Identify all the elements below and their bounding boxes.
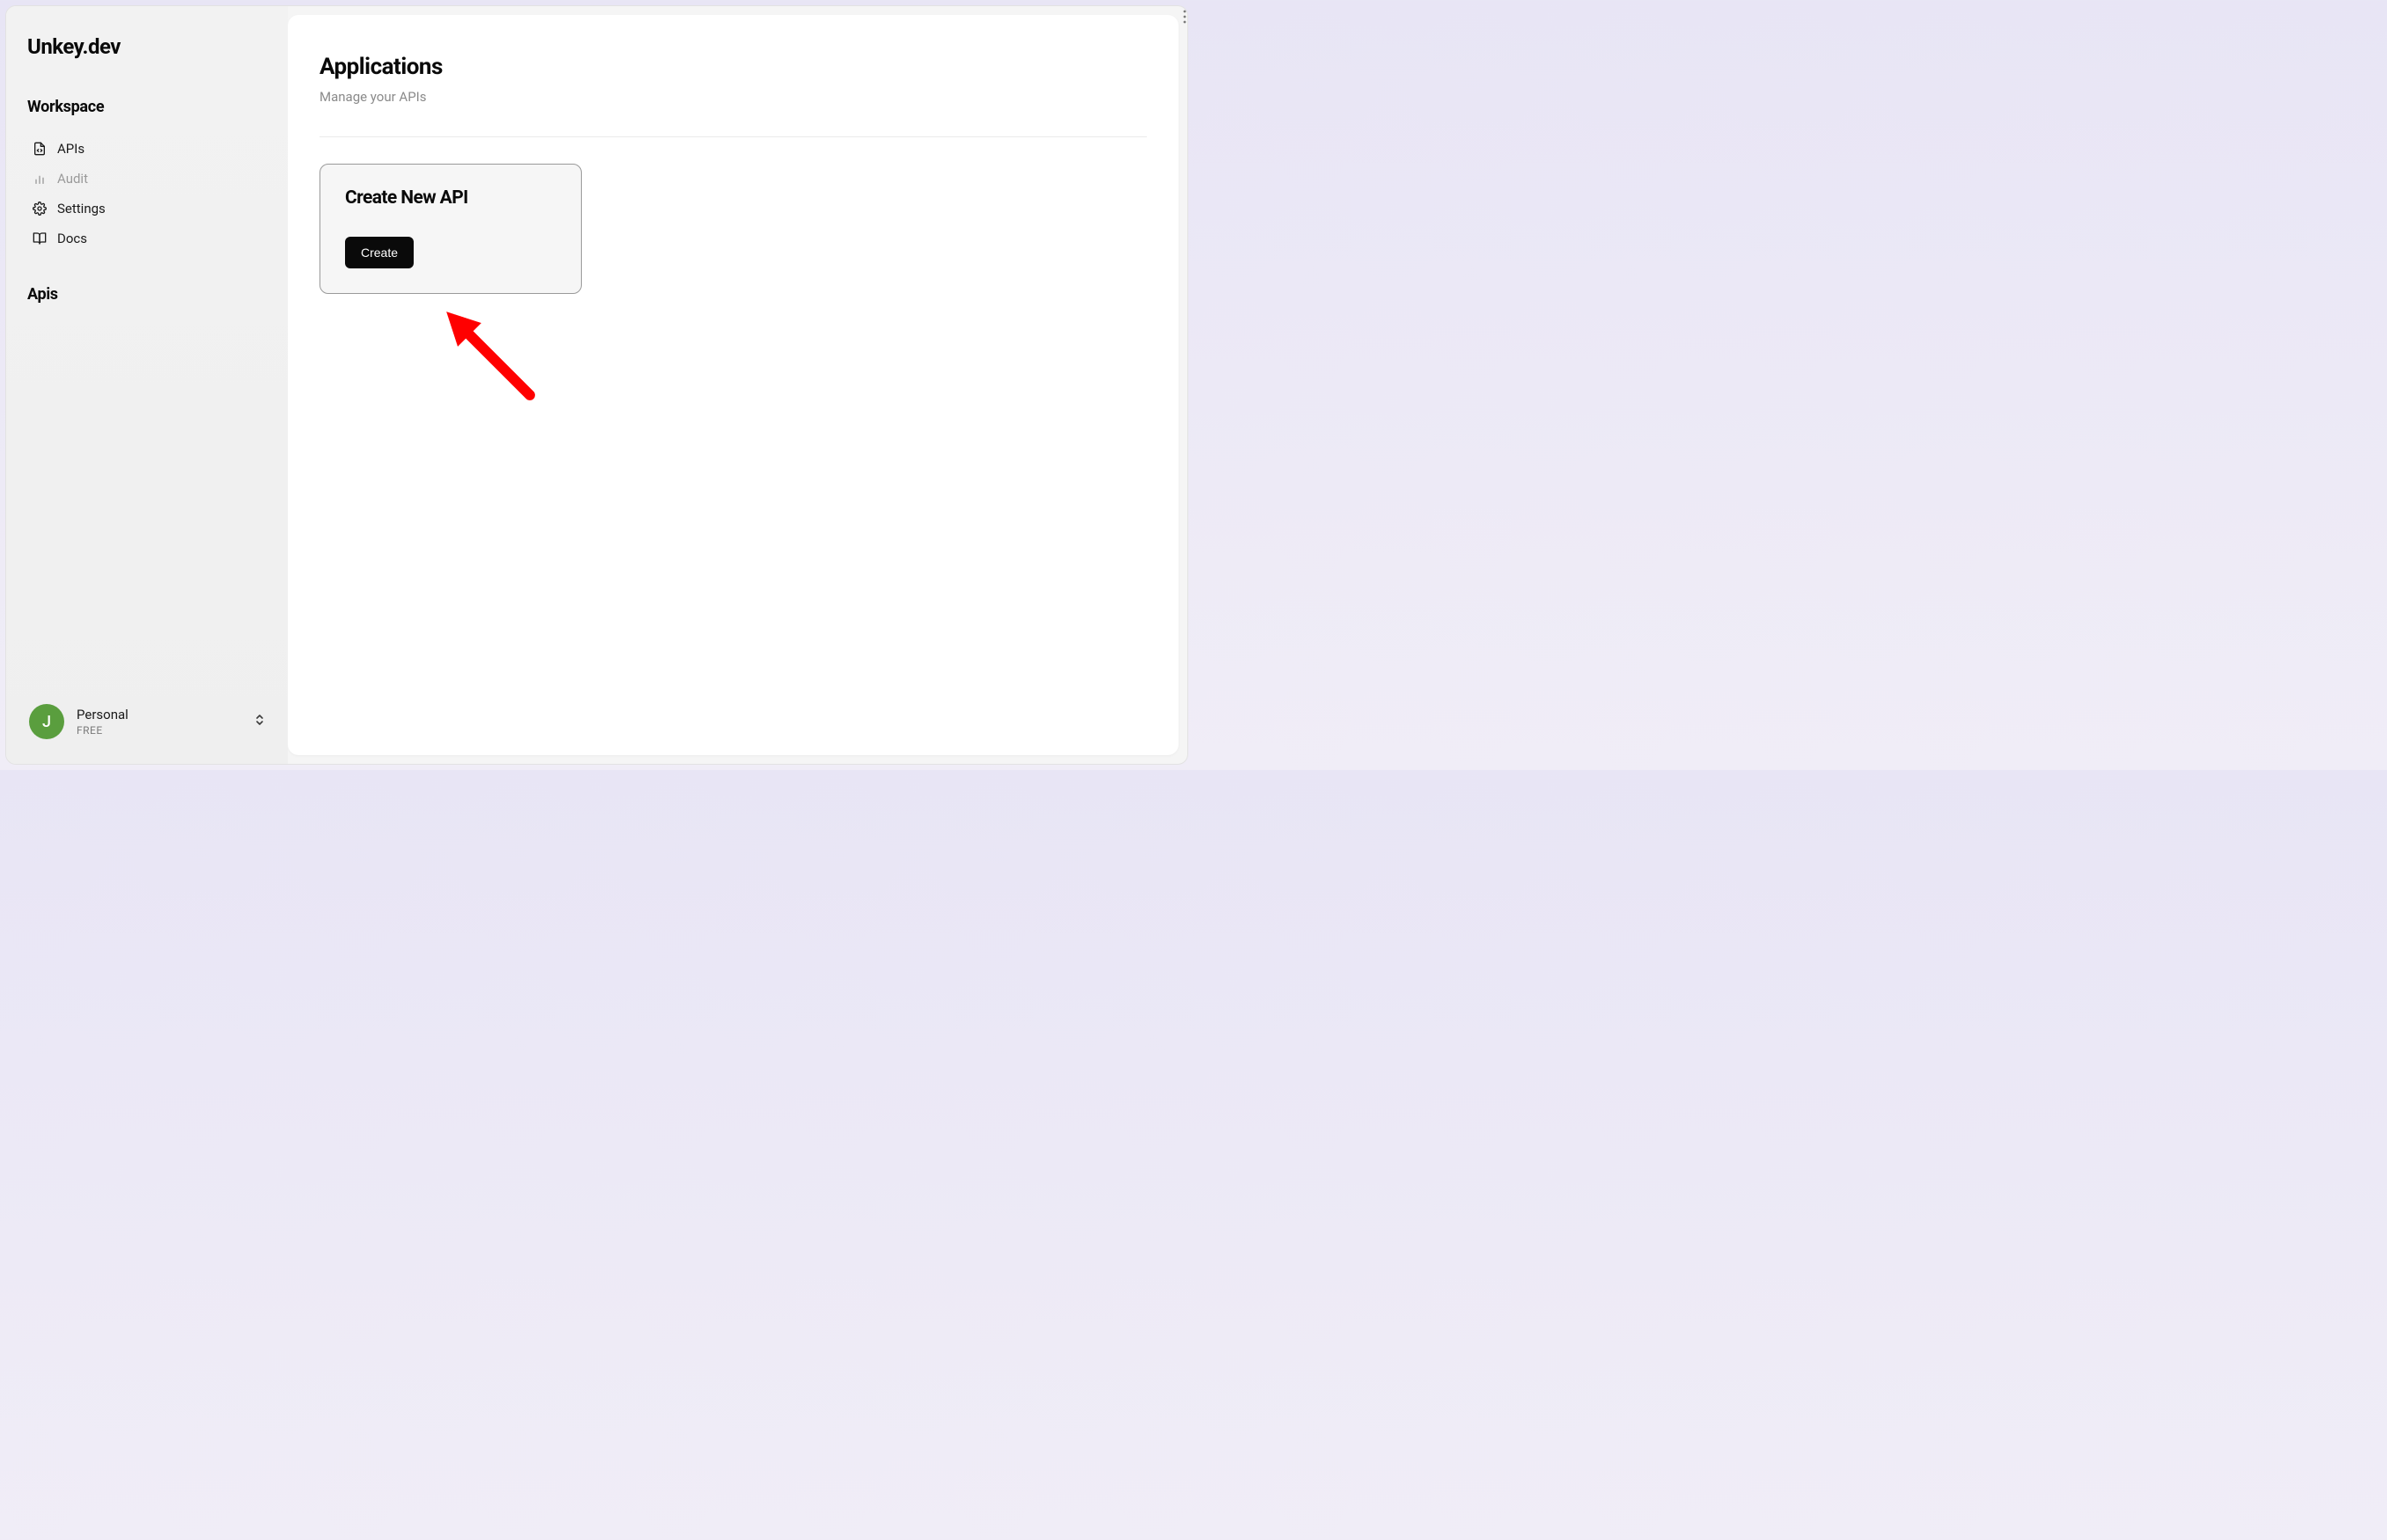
dots-vertical-icon[interactable] (1178, 7, 1192, 30)
sidebar-item-label: Docs (57, 231, 87, 246)
card-title: Create New API (345, 187, 556, 209)
avatar-initial: J (42, 713, 51, 731)
workspace-switcher[interactable]: J Personal FREE (27, 697, 267, 746)
user-plan: FREE (77, 724, 242, 737)
brand-title: Unkey.dev (27, 34, 267, 59)
bar-chart-icon (33, 172, 47, 186)
sidebar: Unkey.dev Workspace APIs (6, 6, 288, 764)
sidebar-item-label: Settings (57, 201, 106, 216)
sidebar-item-label: APIs (57, 141, 84, 157)
page-title: Applications (319, 54, 1147, 80)
sidebar-item-docs[interactable]: Docs (27, 224, 267, 253)
file-code-icon (33, 142, 47, 156)
page-subtitle: Manage your APIs (319, 89, 1147, 105)
book-icon (33, 231, 47, 246)
sidebar-section-apis: Apis (27, 285, 267, 304)
sidebar-item-audit: Audit (27, 164, 267, 194)
create-api-card: Create New API Create (319, 164, 582, 294)
create-button[interactable]: Create (345, 237, 414, 268)
sidebar-nav-workspace: APIs Audit (27, 134, 267, 253)
app-window: Unkey.dev Workspace APIs (5, 5, 1188, 765)
divider (319, 136, 1147, 137)
sidebar-item-label: Audit (57, 171, 88, 187)
avatar: J (29, 704, 64, 739)
chevron-up-down-icon (254, 713, 265, 730)
sidebar-section-workspace: Workspace (27, 98, 267, 116)
sidebar-item-settings[interactable]: Settings (27, 194, 267, 224)
main-content: Applications Manage your APIs Create New… (288, 15, 1179, 755)
user-name: Personal (77, 707, 242, 722)
user-info: Personal FREE (77, 707, 242, 737)
sidebar-item-apis[interactable]: APIs (27, 134, 267, 164)
gear-icon (33, 202, 47, 216)
